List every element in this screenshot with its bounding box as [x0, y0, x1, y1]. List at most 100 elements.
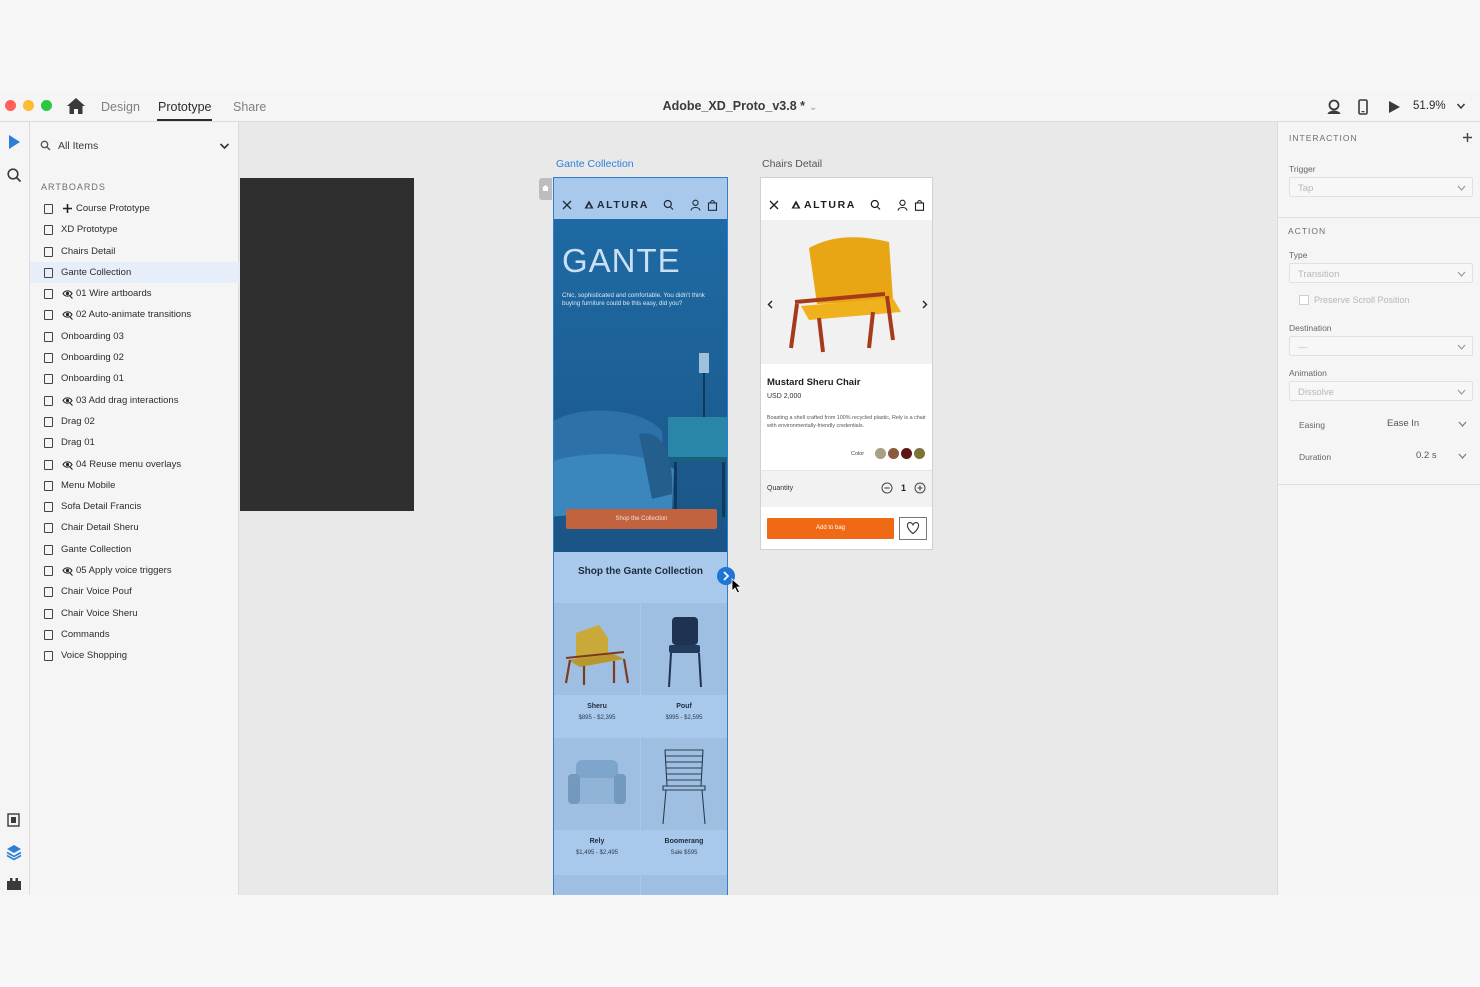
product-card-sheru[interactable]: Sheru $895 - $2,395	[554, 603, 640, 728]
duration-select[interactable]: 0.2 s	[1416, 450, 1437, 461]
property-inspector: INTERACTION Trigger Tap ACTION Type Tran…	[1277, 122, 1480, 895]
title-bar: Design Prototype Share Adobe_XD_Proto_v3…	[0, 92, 1480, 122]
user-account-icon[interactable]	[1325, 98, 1343, 116]
destination-label: Destination	[1289, 323, 1332, 333]
artboard-icon	[44, 204, 53, 214]
shopping-bag-icon[interactable]	[914, 199, 925, 211]
zoom-tool-icon[interactable]	[5, 166, 23, 184]
preserve-scroll-label: Preserve Scroll Position	[1314, 295, 1410, 305]
artboard-list-item[interactable]: Gante Collection	[30, 261, 239, 284]
destination-select[interactable]: —	[1289, 336, 1473, 356]
add-to-bag-button[interactable]: Add to bag	[767, 518, 894, 539]
artboard-gante-collection[interactable]: ALTURA GANTE Chic, sophisticated and com…	[553, 177, 728, 895]
add-interaction-icon[interactable]	[1462, 132, 1473, 143]
hero-title: GANTE	[562, 242, 681, 279]
product-card-partial[interactable]	[641, 875, 727, 895]
product-card-boomerang[interactable]: Boomerang Sale $595	[641, 738, 727, 863]
pouf-chair-image	[668, 617, 702, 688]
product-price: $895 - $2,395	[578, 715, 616, 721]
chevron-right-icon[interactable]	[921, 300, 928, 309]
artboard-chairs-detail[interactable]: ALTURA Mustard Sheru Chair USD 2,000 Boa…	[760, 177, 933, 550]
artboard-icon	[44, 395, 53, 406]
color-swatch[interactable]	[901, 448, 912, 459]
color-swatch[interactable]	[875, 448, 886, 459]
artboard-list-item-label: Chair Detail Sheru	[61, 522, 139, 534]
search-icon[interactable]	[663, 199, 674, 211]
close-icon[interactable]	[562, 200, 572, 210]
artboard-list-item[interactable]: Chair Detail Sheru	[30, 517, 239, 538]
artboard-list-item[interactable]: Chair Voice Sheru	[30, 603, 239, 624]
user-icon[interactable]	[897, 199, 908, 211]
preserve-scroll-checkbox[interactable]	[1299, 295, 1309, 305]
trigger-select[interactable]: Tap	[1289, 177, 1473, 197]
chevron-left-icon[interactable]	[767, 300, 774, 309]
assets-icon[interactable]	[5, 811, 23, 829]
type-select[interactable]: Transition	[1289, 263, 1473, 283]
artboard-list-item[interactable]: Onboarding 02	[30, 347, 239, 368]
artboard-icon	[44, 289, 53, 300]
artboard-dark[interactable]	[240, 178, 414, 511]
search-input[interactable]: All Items	[58, 140, 98, 152]
play-preview-icon[interactable]	[1385, 98, 1403, 116]
device-preview-icon[interactable]	[1354, 98, 1372, 116]
artboard-list-item-label: 03 Add drag interactions	[76, 394, 179, 406]
plus-icon[interactable]	[914, 482, 926, 494]
canvas[interactable]: Gante Collection Chairs Detail ALTURA GA…	[239, 122, 1277, 895]
artboard-list-item[interactable]: 01 Wire artboards	[30, 283, 239, 304]
artboard-list-item[interactable]: Gante Collection	[30, 539, 239, 560]
artboard-list-item[interactable]: Drag 02	[30, 411, 239, 432]
chevron-down-icon[interactable]	[1458, 452, 1467, 460]
document-title[interactable]: Adobe_XD_Proto_v3.8 * ⌄	[0, 99, 1480, 113]
artboard-list-item[interactable]: Voice Shopping	[30, 645, 239, 666]
screen-bottom-margin	[0, 895, 1480, 987]
artboard-title-chairs[interactable]: Chairs Detail	[762, 158, 822, 170]
plugins-icon[interactable]	[5, 875, 23, 893]
artboard-list-item[interactable]: 04 Reuse menu overlays	[30, 454, 239, 475]
artboard-list-item[interactable]: Commands	[30, 624, 239, 645]
layers-icon[interactable]	[5, 843, 23, 861]
artboard-list-item[interactable]: 03 Add drag interactions	[30, 390, 239, 411]
artboard-list-item-label: 02 Auto-animate transitions	[76, 309, 192, 321]
artboard-list-item[interactable]: Chair Voice Pouf	[30, 581, 239, 602]
home-artboard-marker[interactable]	[539, 178, 552, 200]
user-icon[interactable]	[690, 199, 701, 211]
chevron-down-icon[interactable]	[219, 141, 230, 151]
eye-icon	[62, 311, 73, 321]
shopping-bag-icon[interactable]	[707, 199, 718, 211]
artboard-list-item[interactable]: Course Prototype	[30, 198, 239, 219]
product-card-rely[interactable]: Rely $1,495 - $2,495	[554, 738, 640, 863]
minus-icon[interactable]	[881, 482, 893, 494]
close-icon[interactable]	[769, 200, 779, 210]
animation-select[interactable]: Dissolve	[1289, 381, 1473, 401]
artboard-list-item-label: 01 Wire artboards	[76, 288, 152, 300]
app-header: ALTURA	[761, 178, 932, 219]
artboard-list-item-label: Chair Voice Pouf	[61, 586, 132, 598]
easing-select[interactable]: Ease In	[1387, 418, 1419, 429]
product-name: Boomerang	[664, 838, 704, 845]
artboard-list-item[interactable]: XD Prototype	[30, 219, 239, 240]
artboard-icon	[44, 523, 53, 534]
quantity-stepper: Quantity 1	[761, 471, 932, 507]
product-card-pouf[interactable]: Pouf $995 - $2,595	[641, 603, 727, 728]
product-card-partial[interactable]	[554, 875, 640, 895]
artboard-list-item[interactable]: Drag 01	[30, 432, 239, 453]
select-tool-icon[interactable]	[5, 133, 23, 151]
artboard-list-item[interactable]: Sofa Detail Francis	[30, 496, 239, 517]
favorite-button[interactable]	[899, 517, 927, 540]
shop-collection-button[interactable]: Shop the Collection	[566, 509, 717, 529]
artboard-icon	[44, 629, 53, 640]
chevron-down-icon[interactable]	[1456, 101, 1466, 111]
artboard-list-item[interactable]: 02 Auto-animate transitions	[30, 304, 239, 325]
artboard-list-item[interactable]: Chairs Detail	[30, 241, 239, 262]
zoom-level[interactable]: 51.9%	[1413, 100, 1446, 112]
color-swatch[interactable]	[888, 448, 899, 459]
layers-search[interactable]: All Items	[36, 136, 232, 156]
color-swatch[interactable]	[914, 448, 925, 459]
chevron-down-icon[interactable]	[1458, 420, 1467, 428]
artboard-list-item[interactable]: Onboarding 03	[30, 326, 239, 347]
artboard-list-item[interactable]: 05 Apply voice triggers	[30, 560, 239, 581]
artboard-list-item[interactable]: Onboarding 01	[30, 368, 239, 389]
artboard-list-item[interactable]: Menu Mobile	[30, 475, 239, 496]
search-icon[interactable]	[870, 199, 881, 211]
artboard-title-gante[interactable]: Gante Collection	[556, 158, 634, 170]
